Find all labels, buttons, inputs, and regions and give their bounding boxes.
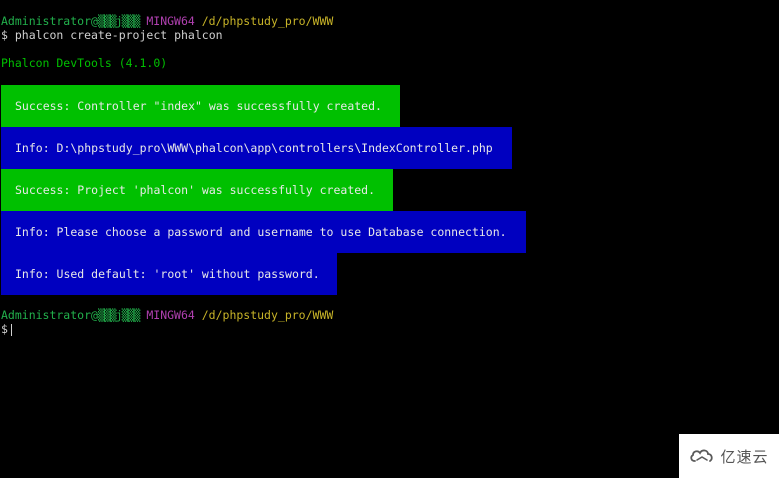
text-cursor	[10, 323, 12, 336]
message-success-controller: Success: Controller "index" was successf…	[1, 85, 400, 127]
prompt-path: /d/phpstudy_pro/WWW	[201, 308, 334, 322]
prompt-host: ▒▒▒j▒▒▒	[97, 308, 140, 322]
message-info-database: Info: Please choose a password and usern…	[1, 211, 526, 253]
prompt-line-1: Administrator@▒▒▒j▒▒▒ MINGW64 /d/phpstud…	[1, 14, 333, 28]
message-info-default: Info: Used default: 'root' without passw…	[1, 253, 337, 295]
watermark: 亿速云	[679, 434, 779, 478]
cloud-logo-icon	[690, 449, 714, 462]
message-info-controller-path: Info: D:\phpstudy_pro\WWW\phalcon\app\co…	[1, 127, 512, 169]
tool-version: Phalcon DevTools (4.1.0)	[1, 56, 168, 70]
prompt-user: Administrator@	[1, 308, 98, 322]
prompt-line-2: Administrator@▒▒▒j▒▒▒ MINGW64 /d/phpstud…	[1, 308, 333, 322]
prompt-shell: MINGW64	[146, 14, 195, 28]
prompt-shell: MINGW64	[146, 308, 195, 322]
input-line[interactable]: $	[1, 322, 12, 336]
message-success-project: Success: Project 'phalcon' was successfu…	[1, 169, 393, 211]
input-prompt: $	[1, 322, 8, 336]
terminal-window[interactable]: Administrator@▒▒▒j▒▒▒ MINGW64 /d/phpstud…	[0, 0, 779, 478]
command-line: $ phalcon create-project phalcon	[1, 28, 223, 42]
prompt-user: Administrator@	[1, 14, 98, 28]
prompt-path: /d/phpstudy_pro/WWW	[201, 14, 334, 28]
prompt-host: ▒▒▒j▒▒▒	[97, 14, 140, 28]
watermark-text: 亿速云	[720, 447, 769, 466]
